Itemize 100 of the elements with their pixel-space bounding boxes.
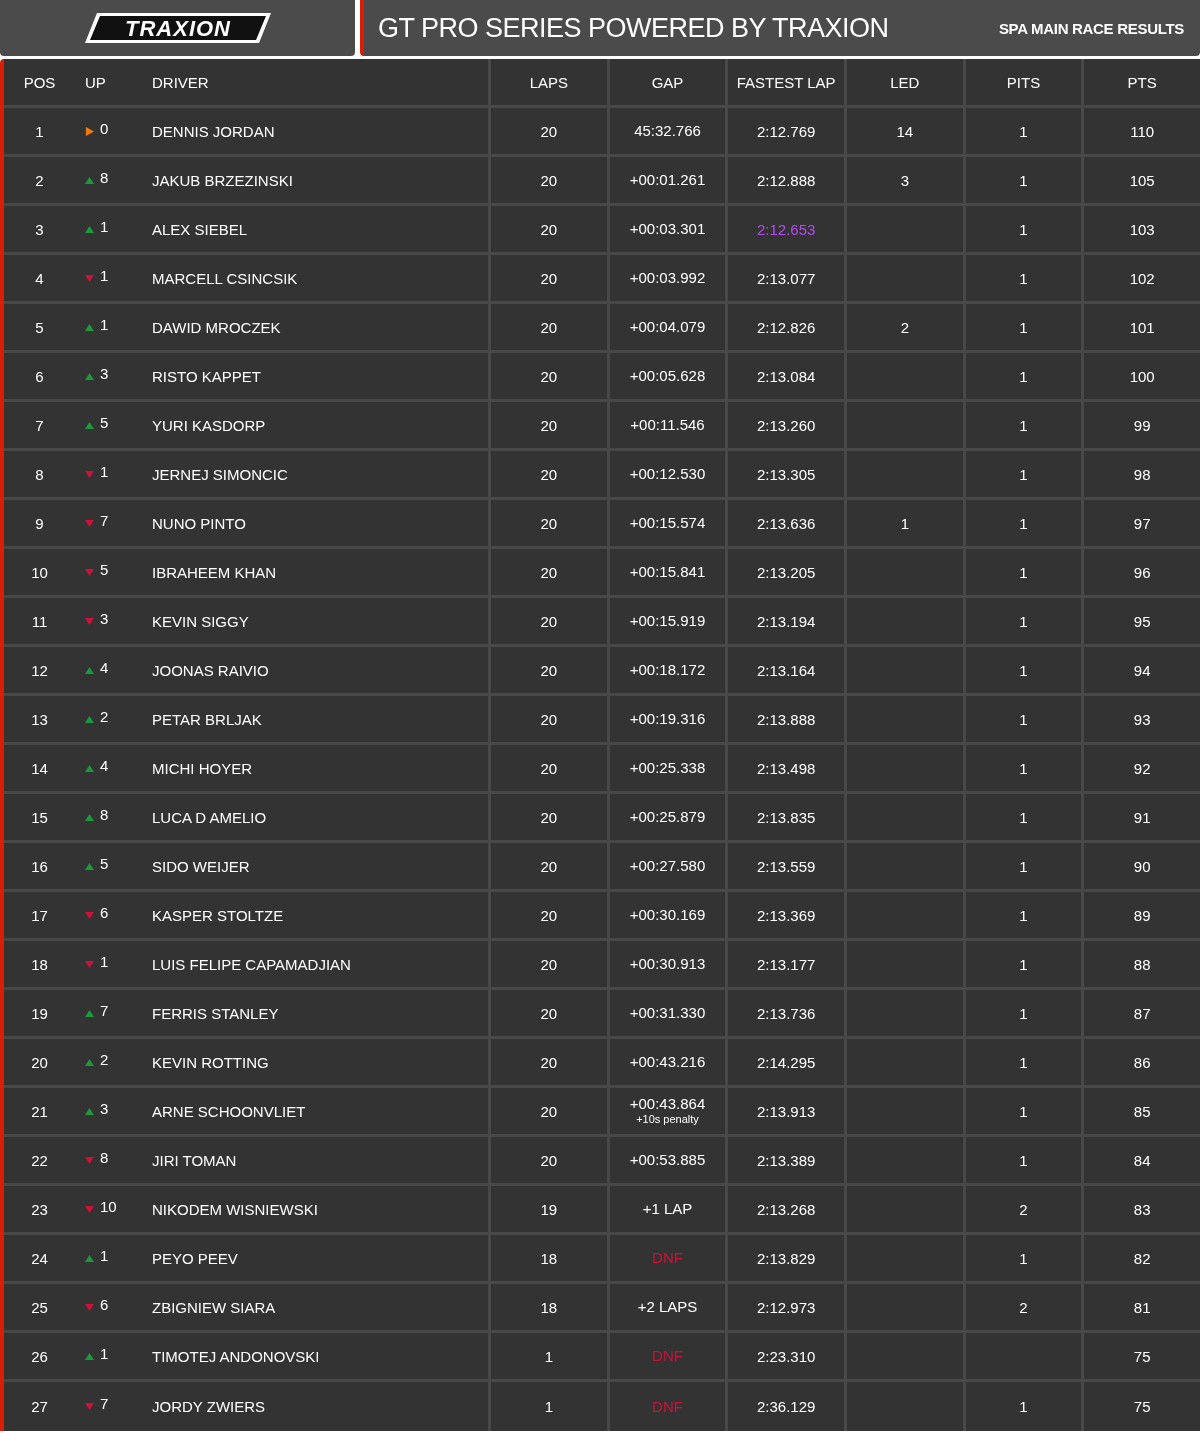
position-change: 6: [100, 1295, 109, 1313]
column-header: LAPS: [529, 73, 568, 91]
position-change: 8: [100, 805, 109, 823]
pit-stops: 1: [1019, 808, 1028, 826]
position-change: 5: [100, 854, 109, 872]
fastest-lap: 2:13.888: [756, 710, 816, 728]
driver-name: IBRAHEEM KHAN: [152, 563, 277, 581]
up-triangle-icon: [85, 812, 94, 822]
position-change: 1: [100, 1246, 109, 1264]
points: 100: [1129, 367, 1155, 385]
points: 96: [1133, 563, 1151, 581]
points: 101: [1129, 318, 1155, 336]
fastest-lap: 2:23.310: [756, 1347, 816, 1365]
race-subtitle: SPA MAIN RACE RESULTS: [998, 19, 1184, 37]
gap: +00:30.913: [629, 955, 706, 973]
position: 1: [35, 122, 44, 140]
laps: 20: [540, 367, 558, 385]
laps: 20: [540, 171, 558, 189]
laps-led: 2: [900, 318, 909, 336]
pit-stops: 1: [1019, 465, 1028, 483]
fastest-lap: 2:13.084: [756, 367, 816, 385]
up-triangle-icon: [85, 1008, 94, 1018]
driver-name: FERRIS STANLEY: [152, 1004, 279, 1022]
position-change: 3: [100, 1099, 109, 1117]
points: 75: [1133, 1398, 1151, 1415]
position-change: 5: [100, 560, 109, 578]
laps-led: 14: [896, 122, 914, 140]
points: 91: [1133, 808, 1151, 826]
points: 86: [1133, 1053, 1151, 1071]
gap: +00:43.216: [629, 1053, 706, 1071]
position-change: 0: [100, 119, 109, 137]
position-change: 7: [100, 1001, 109, 1019]
up-triangle-icon: [85, 1253, 94, 1263]
up-triangle-icon: [85, 763, 94, 773]
fastest-lap: 2:13.077: [756, 269, 816, 287]
fastest-lap: 2:13.829: [756, 1249, 816, 1267]
points: 81: [1133, 1298, 1151, 1316]
pit-stops: 1: [1019, 661, 1028, 679]
driver-name: PEYO PEEV: [152, 1249, 238, 1267]
up-triangle-icon: [85, 322, 94, 332]
pit-stops: 1: [1019, 955, 1028, 973]
gap: +00:27.580: [629, 857, 706, 875]
down-triangle-icon: [85, 1402, 94, 1411]
points: 88: [1133, 955, 1151, 973]
position: 4: [35, 269, 44, 287]
position: 14: [31, 759, 48, 777]
down-triangle-icon: [85, 1302, 94, 1312]
driver-name: NIKODEM WISNIEWSKI: [152, 1200, 318, 1218]
points: 105: [1129, 171, 1155, 189]
fastest-lap: 2:12.653: [756, 220, 816, 238]
up-triangle-icon: [85, 1106, 94, 1116]
column-header: POS: [23, 73, 56, 91]
driver-name: JOONAS RAIVIO: [152, 661, 269, 679]
laps: 19: [540, 1200, 558, 1218]
position-change: 1: [100, 217, 109, 235]
pit-stops: 1: [1019, 1398, 1028, 1415]
position-change: 4: [100, 756, 109, 774]
gap: +00:15.574: [629, 514, 706, 532]
position: 17: [31, 906, 48, 924]
laps-led: 1: [900, 514, 909, 532]
position: 9: [35, 514, 44, 532]
position: 18: [31, 955, 48, 973]
fastest-lap: 2:13.835: [756, 808, 816, 826]
position: 2: [35, 171, 44, 189]
pit-stops: 1: [1019, 367, 1028, 385]
position-change: 1: [100, 1344, 109, 1362]
pit-stops: 1: [1019, 416, 1028, 434]
column-header: FASTEST LAP: [736, 73, 836, 91]
driver-name: JAKUB BRZEZINSKI: [152, 171, 293, 189]
gap: +00:18.172: [629, 661, 706, 679]
points: 95: [1133, 612, 1151, 630]
laps: 20: [540, 710, 558, 728]
gap: +00:53.885: [629, 1151, 706, 1169]
gap: +2 LAPS: [637, 1298, 698, 1316]
position: 22: [31, 1151, 48, 1169]
laps: 20: [540, 465, 558, 483]
points: 110: [1130, 122, 1155, 140]
points: 103: [1129, 220, 1155, 238]
points: 99: [1133, 416, 1151, 434]
gap: +00:12.530: [629, 465, 706, 483]
pit-stops: 1: [1019, 759, 1028, 777]
driver-name: DAWID MROCZEK: [152, 318, 281, 336]
position-change: 10: [100, 1197, 117, 1215]
gap: 45:32.766: [634, 122, 701, 140]
driver-name: PETAR BRLJAK: [152, 710, 262, 728]
points: 94: [1133, 661, 1151, 679]
position-change: 1: [100, 266, 109, 284]
pit-stops: 1: [1019, 857, 1028, 875]
position-change: 8: [100, 1148, 109, 1166]
penalty-note: +10s penalty: [636, 1113, 699, 1127]
down-triangle-icon: [85, 959, 94, 969]
gap: +00:25.879: [629, 808, 706, 826]
fastest-lap: 2:13.260: [756, 416, 816, 434]
up-triangle-icon: [85, 1057, 94, 1067]
driver-name: DENNIS JORDAN: [152, 122, 275, 140]
laps: 20: [540, 269, 558, 287]
points: 98: [1133, 465, 1151, 483]
fastest-lap: 2:13.268: [756, 1200, 816, 1218]
up-triangle-icon: [85, 224, 94, 234]
points: 82: [1133, 1249, 1151, 1267]
